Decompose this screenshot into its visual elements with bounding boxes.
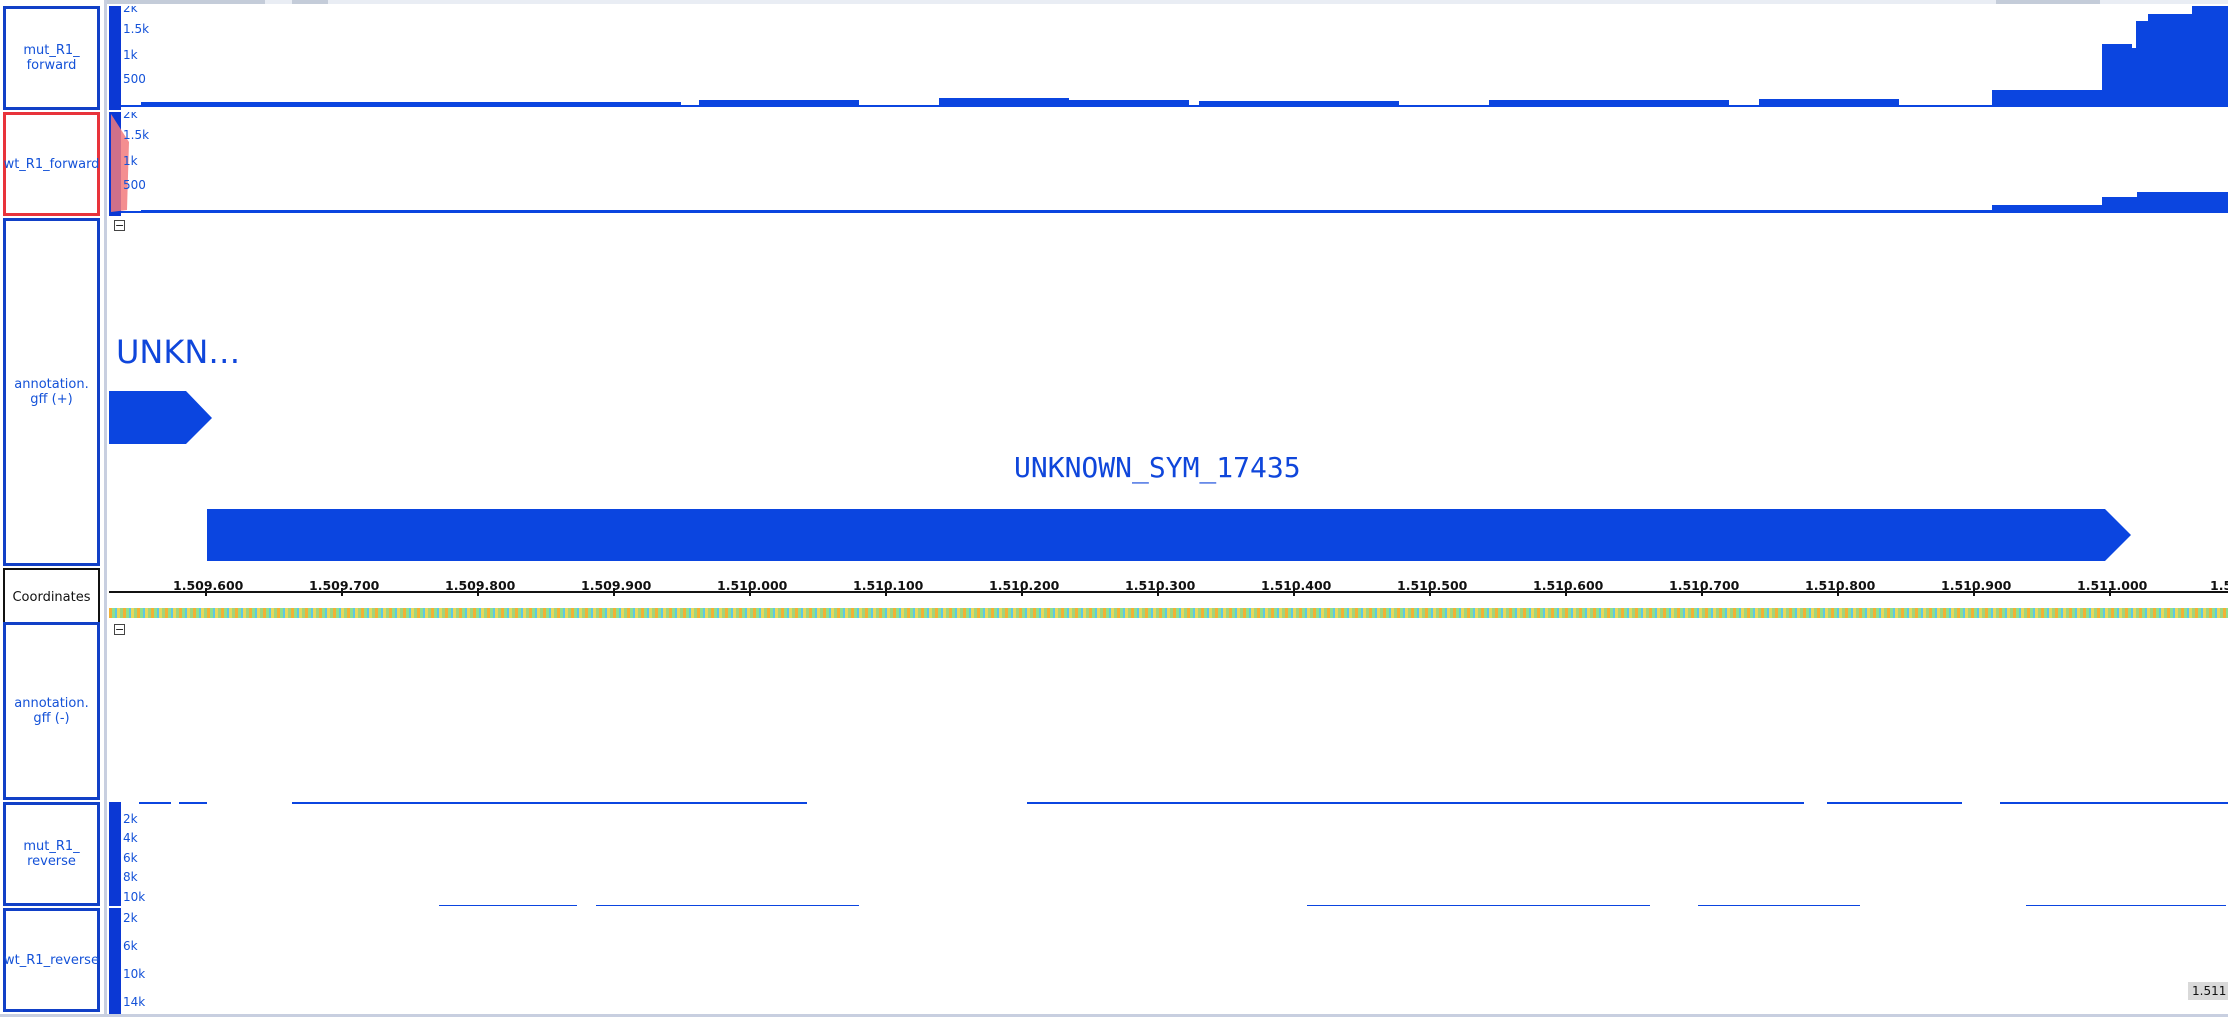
y-axis-tick: 8k xyxy=(123,870,138,884)
scroll-segment[interactable] xyxy=(292,0,328,4)
y-axis-tick: 1k xyxy=(123,154,138,168)
track-annotation-plus[interactable]: − UNKN… UNKNOWN_SYM_17435 xyxy=(109,218,2228,568)
track-label-mut-r1-reverse[interactable]: mut_R1_ reverse xyxy=(3,802,100,906)
coverage-segment xyxy=(2102,197,2137,213)
coverage-segment xyxy=(2132,48,2136,106)
coverage-scale-bar xyxy=(109,802,121,906)
ruler-tick-label: 1.509.900 xyxy=(581,578,652,593)
track-label-wt-r1-forward[interactable]: wt_R1_forward xyxy=(3,112,100,216)
coverage-plot xyxy=(109,908,121,1014)
coverage-scale-bar xyxy=(109,6,121,110)
ruler-tick-label: 1.510.900 xyxy=(1941,578,2012,593)
y-axis-tick: 2k xyxy=(123,812,138,826)
track-label-coordinates[interactable]: Coordinates xyxy=(3,568,100,626)
track-wt-r1-forward[interactable]: 2k 1.5k 1k 500 xyxy=(109,112,2228,216)
collapse-toggle-icon[interactable]: − xyxy=(114,624,125,635)
top-scroll-strip[interactable] xyxy=(0,0,2228,4)
y-axis-tick: 1k xyxy=(123,48,138,62)
y-axis-tick: 2k xyxy=(123,911,138,925)
coverage-plot xyxy=(109,6,2228,110)
track-coordinates[interactable] xyxy=(109,568,2228,622)
sequence-color-strip xyxy=(109,608,2228,618)
track-label-panel: mut_R1_ forward wt_R1_forward annotation… xyxy=(0,0,104,1017)
y-axis-tick: 2k xyxy=(123,112,138,121)
track-mut-r1-reverse[interactable]: 2k 4k 6k 8k 10k xyxy=(109,802,2228,906)
track-label-mut-r1-forward[interactable]: mut_R1_ forward xyxy=(3,6,100,110)
coverage-segment xyxy=(1992,90,2102,106)
coverage-plot xyxy=(109,802,2228,906)
coverage-segment xyxy=(2136,21,2148,106)
ruler-tick-label: 1.510.500 xyxy=(1397,578,1468,593)
y-axis-tick: 6k xyxy=(123,851,138,865)
y-axis-tick: 500 xyxy=(123,72,146,86)
y-axis-tick: 4k xyxy=(123,831,138,845)
panel-divider[interactable] xyxy=(104,0,107,1017)
ruler-axis xyxy=(109,588,2228,618)
ruler-tick-label: 1.510.300 xyxy=(1125,578,1196,593)
ruler-tick-label: 1.510.400 xyxy=(1261,578,1332,593)
track-label-text: annotation. gff (+) xyxy=(14,377,89,407)
ruler-tick-label: 1.509.800 xyxy=(445,578,516,593)
ruler-tick-label: 1.510.100 xyxy=(853,578,924,593)
ruler-tick-label: 1.510.200 xyxy=(989,578,1060,593)
gene-feature-1 xyxy=(109,391,212,444)
ruler-tick-label: 1.510.800 xyxy=(1805,578,1876,593)
y-axis-tick: 10k xyxy=(123,967,146,981)
coverage-segment xyxy=(1759,99,1899,106)
y-axis-tick: 10k xyxy=(123,890,146,904)
ruler-tick-label: 1.510.000 xyxy=(717,578,788,593)
track-annotation-minus[interactable]: − xyxy=(109,622,2228,802)
track-label-text: wt_R1_forward xyxy=(3,156,100,172)
track-label-annotation-plus[interactable]: annotation. gff (+) xyxy=(3,218,100,566)
coordinate-readout: 1.511 xyxy=(2188,982,2228,1000)
y-axis-tick: 500 xyxy=(123,178,146,192)
ruler-tick-label: 1.511.000 xyxy=(2077,578,2148,593)
y-axis-tick: 2k xyxy=(123,6,138,15)
coverage-bars xyxy=(141,6,2228,106)
track-label-text: annotation. gff (-) xyxy=(14,696,89,726)
coverage-segment xyxy=(2148,14,2192,106)
track-label-text: mut_R1_ forward xyxy=(23,43,80,73)
track-label-text: mut_R1_ reverse xyxy=(23,839,80,869)
track-wt-r1-reverse[interactable]: 2k 6k 10k 14k xyxy=(109,908,2228,1014)
ruler-tick-label: 1.5 xyxy=(2210,578,2228,593)
track-label-wt-r1-reverse[interactable]: wt_R1_reverse xyxy=(3,908,100,1012)
coverage-plot xyxy=(109,112,2228,216)
ruler-tick-label: 1.509.600 xyxy=(173,578,244,593)
coverage-bars xyxy=(141,192,2228,213)
coverage-scale-bar xyxy=(109,908,121,1014)
coverage-lines xyxy=(139,802,2228,906)
gene-feature-2 xyxy=(207,509,2131,561)
coverage-segment xyxy=(2192,6,2228,106)
coverage-segment xyxy=(2137,192,2228,213)
feature-shapes xyxy=(109,391,2131,561)
coverage-segment xyxy=(2102,44,2132,106)
track-label-annotation-minus[interactable]: annotation. gff (-) xyxy=(3,622,100,800)
track-label-text: wt_R1_reverse xyxy=(4,952,99,968)
y-axis-tick: 14k xyxy=(123,995,146,1009)
ruler-tick-label: 1.510.600 xyxy=(1533,578,1604,593)
y-axis-tick: 1.5k xyxy=(123,128,150,142)
y-axis-tick: 6k xyxy=(123,939,138,953)
track-mut-r1-forward[interactable]: 2k 1.5k 1k 500 xyxy=(109,6,2228,110)
ruler-tick-label: 1.510.700 xyxy=(1669,578,1740,593)
track-label-text: Coordinates xyxy=(12,589,91,605)
coverage-segment xyxy=(939,98,1069,106)
gene-label-2: UNKNOWN_SYM_17435 xyxy=(1014,451,1301,484)
scroll-segment[interactable] xyxy=(1996,0,2100,4)
ruler-tick-label: 1.509.700 xyxy=(309,578,380,593)
y-axis-tick: 1.5k xyxy=(123,22,150,36)
